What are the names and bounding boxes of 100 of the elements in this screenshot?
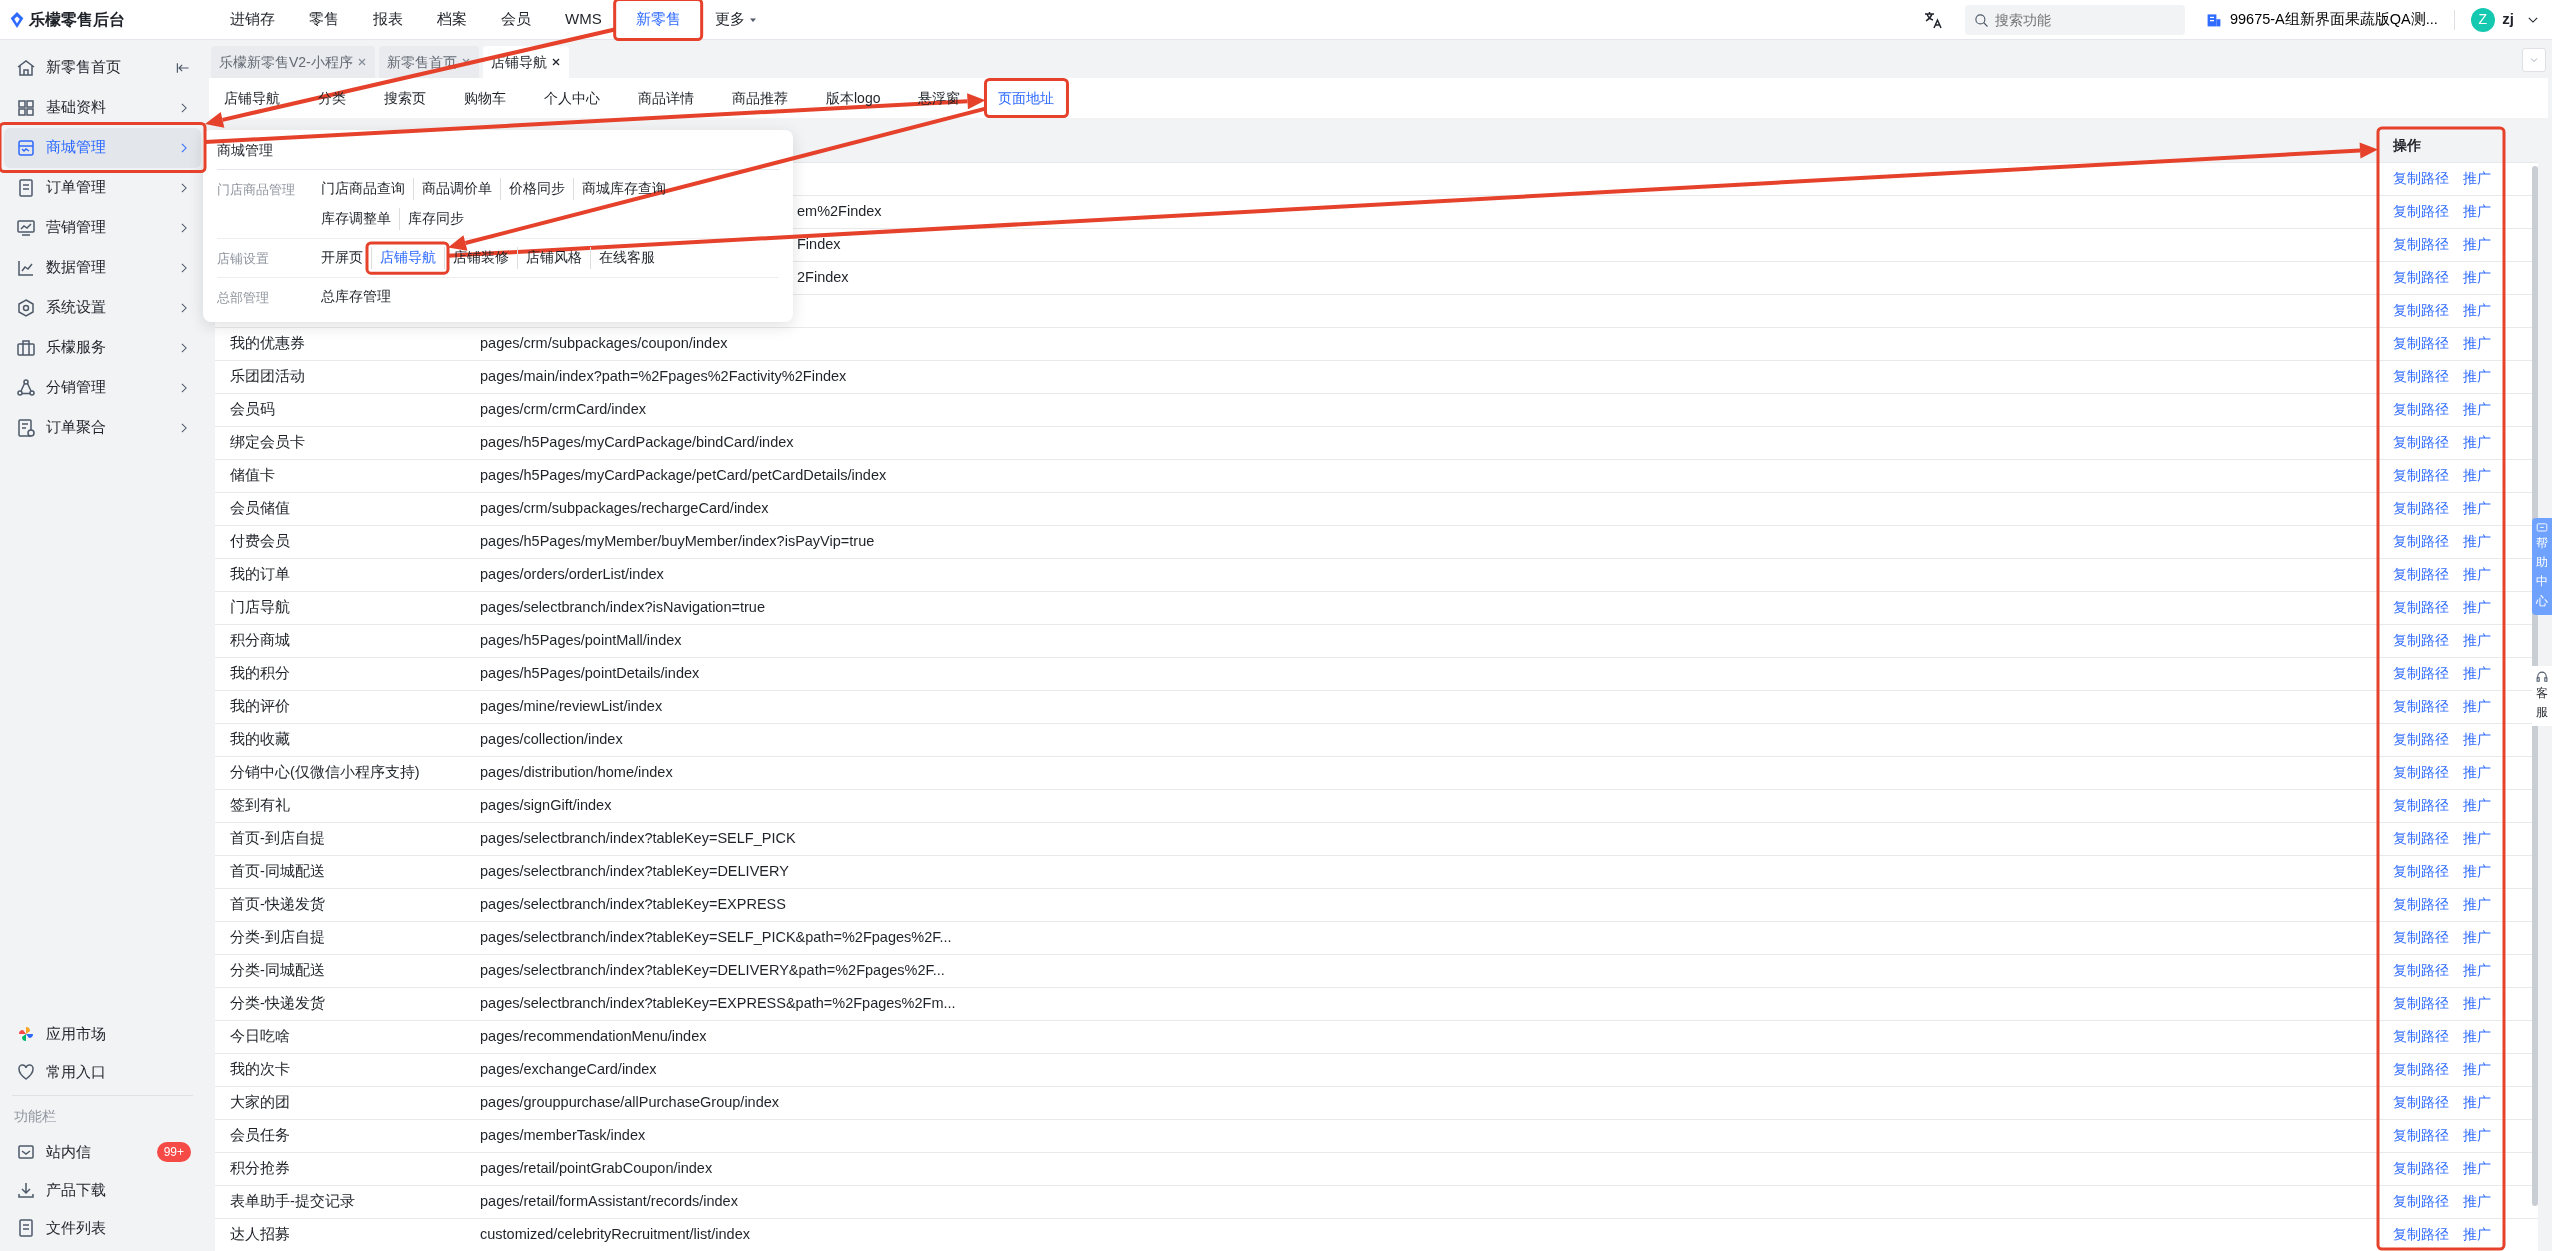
customer-service-tab[interactable]: 客服 bbox=[2532, 666, 2552, 727]
action-link[interactable]: 复制路径 bbox=[2393, 466, 2449, 483]
sidebar-item[interactable]: 产品下载 bbox=[4, 1171, 201, 1210]
action-link[interactable]: 推广 bbox=[2463, 235, 2491, 252]
action-link[interactable]: 推广 bbox=[2463, 1027, 2491, 1044]
action-link[interactable]: 复制路径 bbox=[2393, 565, 2449, 582]
sub-tab[interactable]: 个人中心 bbox=[535, 83, 609, 113]
close-icon[interactable] bbox=[550, 57, 561, 67]
sidebar-item[interactable]: 常用入口 bbox=[4, 1053, 201, 1092]
store-selector[interactable]: 99675-A组新界面果蔬版QA测... bbox=[2200, 7, 2444, 32]
sidebar-item[interactable]: 营销管理 bbox=[4, 207, 201, 248]
action-link[interactable]: 复制路径 bbox=[2393, 1225, 2449, 1242]
action-link[interactable]: 复制路径 bbox=[2393, 796, 2449, 813]
action-link[interactable]: 推广 bbox=[2463, 994, 2491, 1011]
sidebar-item[interactable]: 订单聚合 bbox=[4, 407, 201, 448]
sidebar-item[interactable]: 乐檬服务 bbox=[4, 327, 201, 368]
action-link[interactable]: 复制路径 bbox=[2393, 697, 2449, 714]
nav-tab[interactable]: 报表 bbox=[356, 3, 420, 36]
action-link[interactable]: 复制路径 bbox=[2393, 1060, 2449, 1077]
action-link[interactable]: 推广 bbox=[2463, 928, 2491, 945]
page-tab[interactable]: 乐檬新零售V2-小程序 bbox=[211, 46, 375, 78]
action-link[interactable]: 复制路径 bbox=[2393, 664, 2449, 681]
action-link[interactable]: 复制路径 bbox=[2393, 235, 2449, 252]
sidebar-item[interactable]: 系统设置 bbox=[4, 287, 201, 328]
action-link[interactable]: 复制路径 bbox=[2393, 598, 2449, 615]
user-name[interactable]: zj bbox=[2502, 8, 2514, 31]
menu-item[interactable]: 价格同步 bbox=[500, 177, 573, 201]
menu-item[interactable]: 商品调价单 bbox=[413, 177, 500, 201]
nav-tab[interactable]: 新零售 bbox=[618, 3, 698, 36]
action-link[interactable]: 复制路径 bbox=[2393, 532, 2449, 549]
action-link[interactable]: 复制路径 bbox=[2393, 730, 2449, 747]
action-link[interactable]: 推广 bbox=[2463, 697, 2491, 714]
sub-tab[interactable]: 页面地址 bbox=[989, 83, 1064, 113]
action-link[interactable]: 推广 bbox=[2463, 961, 2491, 978]
action-link[interactable]: 复制路径 bbox=[2393, 928, 2449, 945]
action-link[interactable]: 推广 bbox=[2463, 433, 2491, 450]
action-link[interactable]: 推广 bbox=[2463, 1192, 2491, 1209]
sidebar-item[interactable]: 应用市场 bbox=[4, 1015, 201, 1054]
sub-tab[interactable]: 商品推荐 bbox=[723, 83, 797, 113]
sidebar-item[interactable]: 商城管理 bbox=[4, 127, 201, 168]
nav-tab[interactable]: WMS bbox=[548, 3, 619, 36]
action-link[interactable]: 复制路径 bbox=[2393, 367, 2449, 384]
action-link[interactable]: 推广 bbox=[2463, 334, 2491, 351]
menu-item[interactable]: 店铺导航 bbox=[371, 246, 444, 270]
action-link[interactable]: 推广 bbox=[2463, 862, 2491, 879]
sidebar-item[interactable]: 站内信 99+ bbox=[4, 1133, 201, 1172]
sub-tab[interactable]: 店铺导航 bbox=[215, 83, 289, 113]
action-link[interactable]: 推广 bbox=[2463, 895, 2491, 912]
sidebar-item[interactable]: 基础资料 bbox=[4, 87, 201, 128]
action-link[interactable]: 复制路径 bbox=[2393, 1126, 2449, 1143]
action-link[interactable]: 推广 bbox=[2463, 1159, 2491, 1176]
menu-item[interactable]: 开屏页 bbox=[313, 246, 371, 270]
sidebar-item[interactable]: 分销管理 bbox=[4, 367, 201, 408]
sidebar-item[interactable]: 数据管理 bbox=[4, 247, 201, 288]
action-link[interactable]: 复制路径 bbox=[2393, 1192, 2449, 1209]
action-link[interactable]: 复制路径 bbox=[2393, 268, 2449, 285]
action-link[interactable]: 推广 bbox=[2463, 1060, 2491, 1077]
action-link[interactable]: 复制路径 bbox=[2393, 169, 2449, 186]
action-link[interactable]: 复制路径 bbox=[2393, 961, 2449, 978]
action-link[interactable]: 推广 bbox=[2463, 796, 2491, 813]
action-link[interactable]: 复制路径 bbox=[2393, 994, 2449, 1011]
menu-item[interactable]: 库存同步 bbox=[399, 207, 472, 231]
sidebar-item[interactable]: 新零售首页 bbox=[4, 47, 201, 88]
action-link[interactable]: 复制路径 bbox=[2393, 895, 2449, 912]
sub-tab[interactable]: 购物车 bbox=[455, 83, 515, 113]
action-link[interactable]: 复制路径 bbox=[2393, 301, 2449, 318]
menu-item[interactable]: 门店商品查询 bbox=[313, 177, 413, 201]
action-link[interactable]: 推广 bbox=[2463, 598, 2491, 615]
action-link[interactable]: 复制路径 bbox=[2393, 763, 2449, 780]
sidebar-item[interactable]: 订单管理 bbox=[4, 167, 201, 208]
action-link[interactable]: 推广 bbox=[2463, 268, 2491, 285]
action-link[interactable]: 推广 bbox=[2463, 169, 2491, 186]
action-link[interactable]: 推广 bbox=[2463, 1126, 2491, 1143]
action-link[interactable]: 推广 bbox=[2463, 763, 2491, 780]
action-link[interactable]: 推广 bbox=[2463, 202, 2491, 219]
action-link[interactable]: 复制路径 bbox=[2393, 1159, 2449, 1176]
action-link[interactable]: 推广 bbox=[2463, 664, 2491, 681]
menu-item[interactable]: 总库存管理 bbox=[313, 285, 399, 309]
more-menu[interactable]: 更多 bbox=[697, 3, 776, 36]
action-link[interactable]: 推广 bbox=[2463, 367, 2491, 384]
action-link[interactable]: 推广 bbox=[2463, 631, 2491, 648]
action-link[interactable]: 复制路径 bbox=[2393, 829, 2449, 846]
nav-tab[interactable]: 档案 bbox=[420, 3, 484, 36]
action-link[interactable]: 复制路径 bbox=[2393, 433, 2449, 450]
action-link[interactable]: 复制路径 bbox=[2393, 499, 2449, 516]
action-link[interactable]: 推广 bbox=[2463, 400, 2491, 417]
action-link[interactable]: 推广 bbox=[2463, 829, 2491, 846]
action-link[interactable]: 推广 bbox=[2463, 1093, 2491, 1110]
sidebar-item[interactable]: 文件列表 bbox=[4, 1209, 201, 1248]
nav-tab[interactable]: 零售 bbox=[292, 3, 356, 36]
action-link[interactable]: 推广 bbox=[2463, 1225, 2491, 1242]
sub-tab[interactable]: 搜索页 bbox=[375, 83, 435, 113]
action-link[interactable]: 复制路径 bbox=[2393, 862, 2449, 879]
action-link[interactable]: 复制路径 bbox=[2393, 334, 2449, 351]
action-link[interactable]: 推广 bbox=[2463, 301, 2491, 318]
action-link[interactable]: 推广 bbox=[2463, 565, 2491, 582]
translate-icon[interactable] bbox=[1922, 9, 1943, 30]
sub-tab[interactable]: 版本logo bbox=[817, 83, 890, 113]
action-link[interactable]: 复制路径 bbox=[2393, 1027, 2449, 1044]
nav-tab[interactable]: 进销存 bbox=[213, 3, 292, 36]
